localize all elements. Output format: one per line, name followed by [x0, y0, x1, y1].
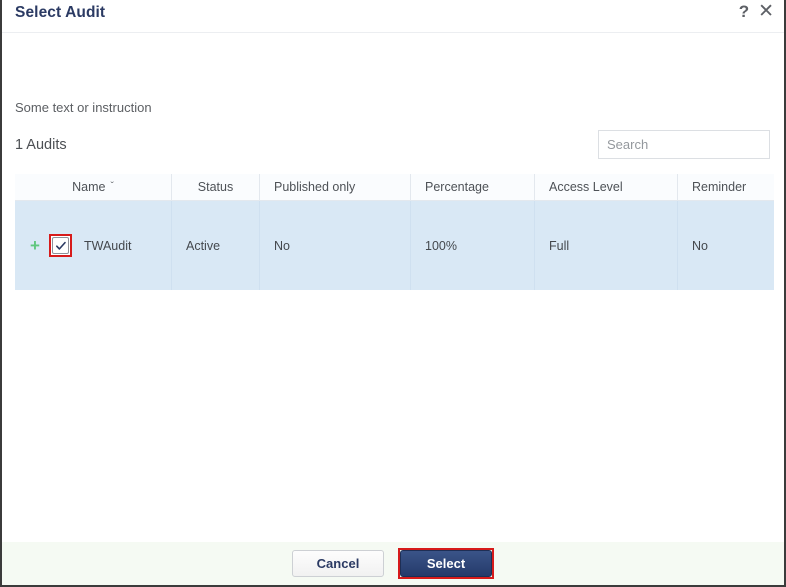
- titlebar-actions: ? ✕: [739, 2, 774, 21]
- dialog-body: Some text or instruction 1 Audits Name ˇ…: [2, 33, 784, 541]
- table-header-row: Name ˇ Status Published only Percentage …: [15, 174, 774, 201]
- chevron-down-icon: ˇ: [111, 182, 114, 192]
- row-cell-access-level: Full: [534, 201, 677, 290]
- column-header-published-only[interactable]: Published only: [259, 174, 410, 200]
- checkbox-highlight-box: [49, 234, 72, 257]
- table-row[interactable]: + TWAudit Active No 100%: [15, 201, 774, 290]
- column-header-name-label: Name: [72, 180, 105, 194]
- column-header-name[interactable]: Name ˇ: [15, 174, 171, 200]
- dialog-footer: Cancel Select: [2, 541, 784, 585]
- row-cell-reminder: No: [677, 201, 774, 290]
- instruction-text: Some text or instruction: [15, 100, 152, 115]
- expand-plus-icon[interactable]: +: [27, 237, 43, 254]
- row-cell-percentage: 100%: [410, 201, 534, 290]
- audit-count-label: 1 Audits: [15, 137, 67, 153]
- cancel-button[interactable]: Cancel: [292, 550, 384, 577]
- search-box[interactable]: [598, 130, 770, 159]
- search-input[interactable]: [599, 131, 786, 158]
- column-header-percentage[interactable]: Percentage: [410, 174, 534, 200]
- select-button-highlight-box: Select: [398, 548, 494, 579]
- column-header-access-level[interactable]: Access Level: [534, 174, 677, 200]
- column-header-reminder[interactable]: Reminder: [677, 174, 774, 200]
- select-button[interactable]: Select: [400, 550, 492, 577]
- audits-table: Name ˇ Status Published only Percentage …: [15, 174, 774, 290]
- row-cell-status: Active: [171, 201, 259, 290]
- row-cell-name-label: TWAudit: [84, 239, 131, 253]
- help-icon[interactable]: ?: [739, 3, 749, 20]
- column-header-status[interactable]: Status: [171, 174, 259, 200]
- page-title: Select Audit: [15, 4, 105, 22]
- select-audit-dialog: Select Audit ? ✕ Some text or instructio…: [0, 0, 786, 587]
- row-cell-name: + TWAudit: [15, 201, 171, 290]
- dialog-titlebar: Select Audit ? ✕: [2, 0, 784, 33]
- row-cell-published-only: No: [259, 201, 410, 290]
- row-select-checkbox[interactable]: [52, 237, 69, 254]
- close-icon[interactable]: ✕: [758, 2, 774, 21]
